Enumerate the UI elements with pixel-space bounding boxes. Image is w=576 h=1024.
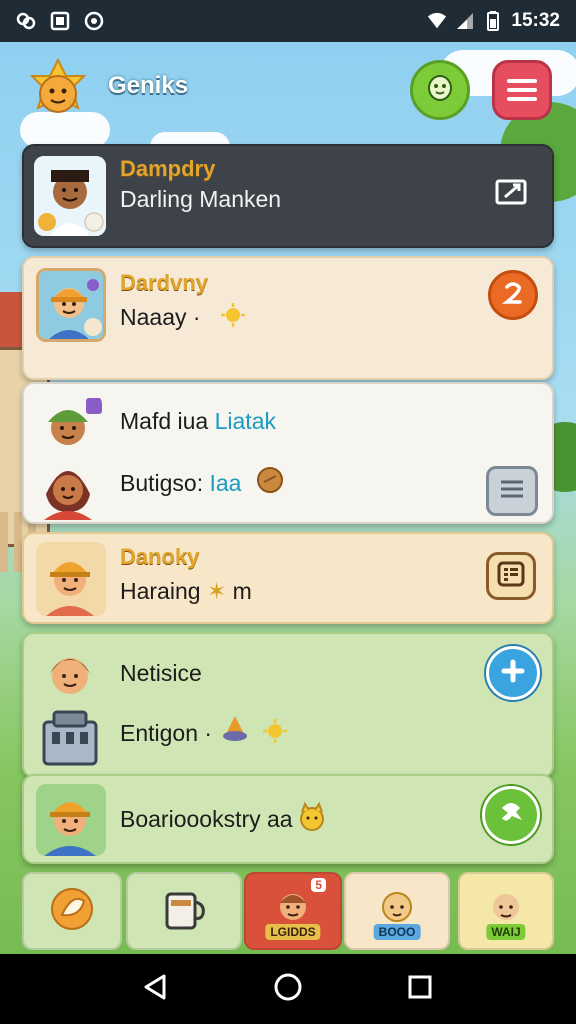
- leaf-sun-icon: [46, 883, 98, 940]
- mug-icon: [159, 884, 209, 939]
- avatar: [34, 156, 106, 236]
- contact-card[interactable]: Mafd iua Liatak Butigso: Iaa: [22, 382, 554, 524]
- nav-tab-grandpa[interactable]: WAIJ: [458, 872, 554, 950]
- card-subtitle: Darling Manken: [120, 186, 282, 212]
- star-face-logo-icon: [26, 57, 90, 120]
- nav-label: LGIDDS: [265, 924, 321, 940]
- edit-button[interactable]: [494, 176, 530, 212]
- card-title: Dampdry: [120, 156, 216, 181]
- app-header: Geniks: [0, 52, 576, 132]
- avatar: [36, 784, 106, 856]
- robot-avatar: [38, 708, 102, 770]
- nav-tab-friends[interactable]: 5 LGIDDS: [244, 872, 342, 950]
- contact-card[interactable]: Boarioookstry aa: [22, 774, 554, 864]
- back-button[interactable]: [136, 969, 176, 1009]
- chat-button[interactable]: [410, 60, 470, 120]
- card-line-secondary: Butigso: Iaa: [120, 470, 242, 496]
- refresh-icon: [496, 798, 526, 833]
- nav-tab-profile[interactable]: [22, 872, 122, 950]
- sparkle-icon: ✶: [206, 578, 227, 604]
- wizard-hat-icon: [220, 714, 250, 749]
- nav-label: WAIJ: [486, 924, 526, 940]
- avatar: [36, 394, 102, 452]
- nav-tab-mug[interactable]: [126, 872, 242, 950]
- nav-tab-baby[interactable]: BOOO: [344, 872, 450, 950]
- document-button[interactable]: [486, 552, 536, 600]
- tab-badge: 5: [311, 878, 326, 892]
- avatar: [36, 268, 106, 342]
- cell-signal-icon: [455, 11, 475, 31]
- status-time: 15:32: [511, 10, 560, 31]
- card-title: Dardvny: [120, 270, 209, 295]
- sun-emoji-icon: [220, 302, 246, 333]
- notification-count-button[interactable]: [488, 270, 538, 320]
- notification-app-icon: [16, 11, 36, 31]
- list-icon: [497, 476, 527, 507]
- avatar: [38, 642, 102, 706]
- hamburger-menu-icon: [507, 74, 537, 106]
- recents-icon: [407, 974, 433, 1005]
- add-button[interactable]: [486, 646, 540, 700]
- recents-button[interactable]: [400, 969, 440, 1009]
- contact-card[interactable]: Danoky Haraing ✶ m: [22, 532, 554, 624]
- system-nav-bar: [0, 954, 576, 1024]
- nav-label: BOOO: [373, 924, 421, 940]
- bottom-nav: 5 LGIDDS BOOO WAIJ: [0, 872, 576, 954]
- avatar: [36, 542, 106, 616]
- card-title: Danoky: [120, 544, 200, 569]
- contact-card[interactable]: Dampdry Darling Manken: [22, 144, 554, 248]
- contact-card[interactable]: Netisice Entigon ·: [22, 632, 554, 778]
- refresh-button[interactable]: [482, 786, 540, 844]
- app-title: Geniks: [108, 72, 189, 99]
- document-icon: [496, 560, 526, 593]
- card-line-primary: Netisice: [120, 660, 202, 686]
- chat-bubble-icon: [424, 72, 456, 109]
- plus-icon: [500, 658, 526, 689]
- notification-gallery-icon: [50, 11, 70, 31]
- battery-icon: [483, 11, 503, 31]
- back-icon: [142, 973, 170, 1006]
- status-bar: 15:32: [0, 0, 576, 42]
- home-icon: [273, 972, 303, 1007]
- wifi-icon: [427, 11, 447, 31]
- card-subtitle: Naaay ·: [120, 304, 201, 330]
- cookie-icon: [256, 466, 284, 499]
- list-button[interactable]: [486, 466, 538, 516]
- edit-icon: [495, 177, 529, 212]
- number-badge-icon: [498, 278, 528, 313]
- card-line-primary: Haraing ✶ m: [120, 578, 252, 604]
- card-line-secondary: Entigon ·: [120, 720, 213, 746]
- contact-card[interactable]: Dardvny Naaay ·: [22, 256, 554, 380]
- avatar: [36, 454, 102, 520]
- notification-sync-icon: [84, 11, 104, 31]
- home-button[interactable]: [268, 969, 308, 1009]
- cat-emoji-icon: [296, 801, 328, 837]
- sun-emoji-icon: [262, 718, 288, 749]
- card-line-primary: Boarioookstry aa: [120, 806, 293, 832]
- card-line-primary: Mafd iua Liatak: [120, 408, 276, 434]
- menu-button[interactable]: [492, 60, 552, 120]
